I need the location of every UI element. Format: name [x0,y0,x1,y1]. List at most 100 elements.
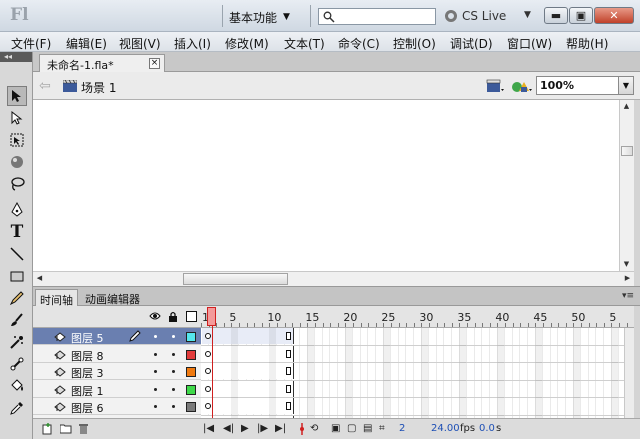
layer-row[interactable]: 图层 3 [33,363,201,380]
selection-tool[interactable] [7,86,27,106]
outline-color-swatch[interactable] [186,384,196,395]
stage-canvas[interactable] [33,100,619,271]
pencil-tool[interactable] [7,288,27,308]
eye-icon[interactable] [149,311,161,321]
scroll-down-icon[interactable]: ▼ [620,258,633,271]
workspace-switcher[interactable]: 基本功能 ▼ [229,8,290,26]
subselection-tool[interactable] [7,108,27,128]
last-frame-button[interactable]: ▶| [275,423,286,434]
stage-vertical-scrollbar[interactable]: ▲ ▼ [619,100,634,271]
menu-help[interactable]: 帮助(H) [566,35,608,52]
layer-row[interactable]: 图层 5 [33,328,201,345]
new-layer-icon[interactable] [42,423,53,435]
visibility-dot[interactable] [154,352,157,356]
modify-markers-icon[interactable]: ⌗ [379,423,385,434]
layer-row[interactable]: 图层 8 [33,346,201,363]
lock-dot[interactable] [172,335,175,338]
visibility-dot[interactable] [154,370,157,373]
tab-motion-editor[interactable]: 动画编辑器 [81,289,144,307]
menu-control[interactable]: 控制(O) [393,35,436,52]
lock-dot[interactable] [172,370,175,373]
paint-bucket-tool[interactable] [7,376,27,396]
scene-breadcrumb[interactable]: 场景 1 [81,79,116,96]
frame-rate[interactable]: 24.00 [431,423,460,434]
search-input[interactable] [318,8,436,25]
menu-insert[interactable]: 插入(I) [174,35,211,52]
keyframe-icon[interactable] [205,333,211,339]
lock-dot[interactable] [172,387,175,391]
rectangle-tool[interactable] [7,266,27,286]
document-tab[interactable]: 未命名-1.fla* × [39,54,165,72]
first-frame-button[interactable]: |◀ [203,423,214,434]
maximize-button[interactable]: ▣ [569,7,593,24]
deco-tool[interactable] [7,332,27,352]
layer-name[interactable]: 图层 1 [71,383,104,399]
zoom-select[interactable]: 100% ▼ [536,76,634,95]
lock-dot[interactable] [172,352,175,356]
line-tool[interactable] [7,244,27,264]
scroll-thumb[interactable] [183,273,288,285]
brush-tool[interactable] [7,310,27,330]
outline-color-swatch[interactable] [186,402,196,412]
chevron-down-icon[interactable]: ▼ [524,10,531,20]
menu-text[interactable]: 文本(T) [284,35,325,52]
visibility-dot[interactable] [154,387,157,391]
edit-symbols-icon[interactable] [511,78,533,94]
menu-view[interactable]: 视图(V) [119,35,161,52]
menu-edit[interactable]: 编辑(E) [66,35,107,52]
loop-icon[interactable]: ⟲ [310,423,318,434]
minimize-button[interactable]: ▬ [544,7,568,24]
play-button[interactable]: ▶ [241,423,249,434]
menu-file[interactable]: 文件(F) [11,35,51,52]
keyframe-span[interactable] [202,363,294,379]
onion-skin-outlines-icon[interactable]: ▢ [347,423,356,434]
layer-row[interactable]: 图层 1 [33,381,201,398]
close-icon[interactable]: × [149,58,160,69]
layer-name[interactable]: 图层 8 [71,348,104,364]
keyframe-span[interactable] [202,380,294,397]
back-arrow-icon[interactable]: ⇦ [39,78,51,94]
keyframe-icon[interactable] [205,385,211,392]
step-back-button[interactable]: ◀| [223,423,234,434]
keyframe-icon[interactable] [205,350,211,357]
lock-icon[interactable] [168,311,178,322]
visibility-dot[interactable] [154,335,157,338]
menu-debug[interactable]: 调试(D) [450,35,493,52]
scroll-right-icon[interactable]: ▶ [621,272,634,285]
edit-multiple-frames-icon[interactable]: ▤ [363,423,372,434]
onion-skin-icon[interactable]: ▣ [331,423,340,434]
keyframe-span[interactable] [202,328,294,344]
new-folder-icon[interactable] [60,423,72,434]
bone-tool[interactable] [7,354,27,374]
timeline-vertical-scrollbar[interactable] [624,328,634,418]
outline-color-swatch[interactable] [186,332,196,342]
menu-modify[interactable]: 修改(M) [225,35,269,52]
text-tool[interactable]: T [7,222,27,242]
layer-row[interactable]: 图层 6 [33,398,201,415]
scroll-up-icon[interactable]: ▲ [620,100,633,113]
layer-name[interactable]: 图层 6 [71,400,104,416]
layer-name[interactable]: 图层 5 [71,330,104,346]
scroll-thumb[interactable] [621,146,633,156]
layer-name[interactable]: 图层 3 [71,365,104,381]
delete-icon[interactable] [78,423,89,435]
frame-grid[interactable] [201,328,634,418]
panel-collapse-icon[interactable]: ◂◂ [0,52,32,62]
edit-scene-icon[interactable] [486,78,506,94]
stage-horizontal-scrollbar[interactable]: ◀ ▶ [33,271,634,286]
elapsed-time[interactable]: 0.0 [479,423,495,434]
lock-dot[interactable] [172,405,175,408]
playhead-handle[interactable] [207,307,216,326]
pen-tool[interactable] [7,200,27,220]
center-frame-icon[interactable] [298,423,306,435]
scroll-left-icon[interactable]: ◀ [33,272,46,285]
chevron-down-icon[interactable]: ▼ [618,77,633,94]
free-transform-tool[interactable] [7,130,27,150]
step-forward-button[interactable]: |▶ [257,423,268,434]
eyedropper-tool[interactable] [7,398,27,418]
visibility-dot[interactable] [154,405,157,408]
3d-rotation-tool[interactable] [7,152,27,172]
tab-timeline[interactable]: 时间轴 [35,289,78,307]
keyframe-span[interactable] [202,345,294,362]
keyframe-span[interactable] [202,398,294,414]
